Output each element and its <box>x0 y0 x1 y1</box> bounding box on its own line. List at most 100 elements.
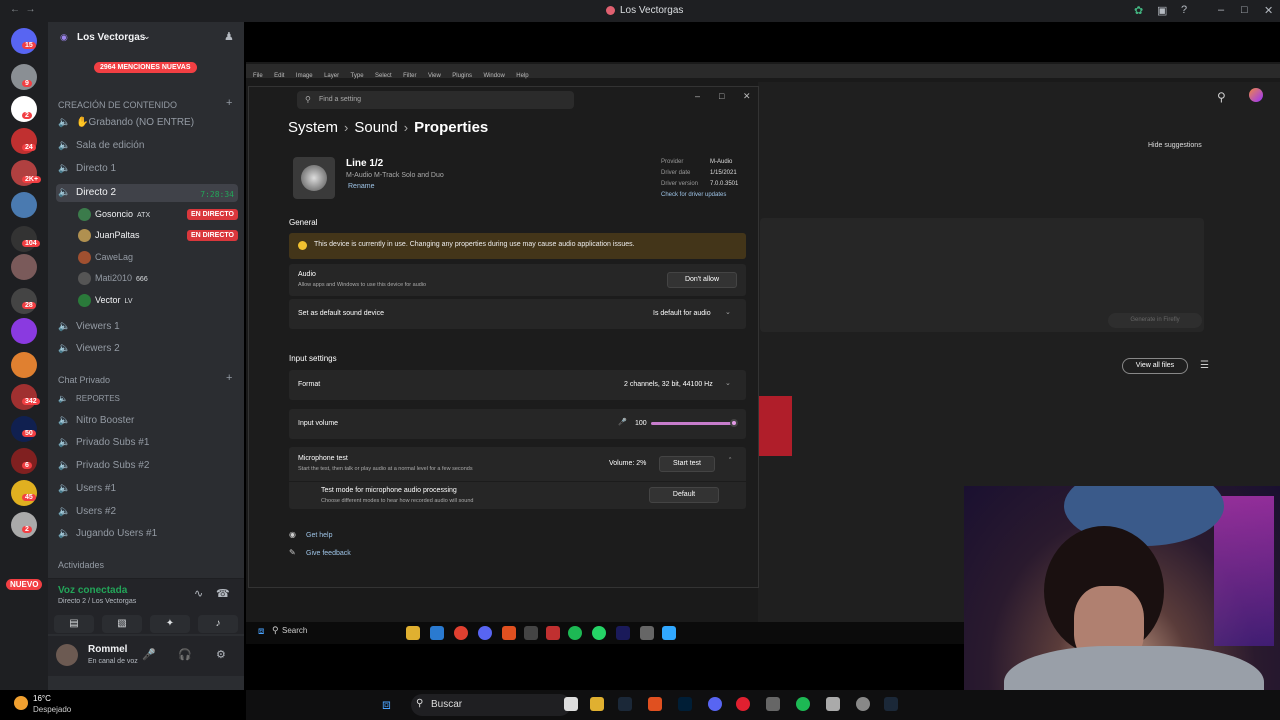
chevron-down-icon[interactable]: ⌄ <box>725 308 731 316</box>
noise-suppression-icon[interactable]: ∿ <box>194 587 203 600</box>
menu-item[interactable]: Edit <box>274 69 284 83</box>
menu-item[interactable]: Layer <box>324 69 339 83</box>
server-icon[interactable] <box>11 480 37 506</box>
vscode-icon[interactable] <box>430 626 444 640</box>
spotify-icon[interactable] <box>568 626 582 640</box>
chevron-down-icon[interactable]: ⌄ <box>725 379 731 387</box>
disconnect-icon[interactable]: ☎ <box>216 587 230 600</box>
app-icon[interactable] <box>856 697 870 711</box>
server-icon[interactable] <box>11 254 37 280</box>
category-header[interactable]: CREACIÓN DE CONTENIDO <box>58 100 177 110</box>
voice-status[interactable]: Voz conectada <box>58 585 127 596</box>
menu-item[interactable]: Window <box>483 69 504 83</box>
steam-icon[interactable] <box>618 697 632 711</box>
category-header[interactable]: Chat Privado <box>58 375 110 385</box>
channel-item[interactable]: 🔈 Privado Subs #1 <box>58 437 238 455</box>
driver-updates-link[interactable]: Check for driver updates <box>661 192 726 198</box>
profile-icon[interactable] <box>1249 88 1263 102</box>
channel-item[interactable]: 🔈 Users #2 <box>58 506 238 524</box>
task-view-icon[interactable] <box>564 697 578 711</box>
weather-widget[interactable]: 16°C Despejado <box>0 690 246 720</box>
headphones-icon[interactable]: 🎧 <box>178 648 192 661</box>
category-header[interactable]: Actividades <box>58 560 104 570</box>
microphone-icon[interactable]: 🎤 <box>618 418 627 426</box>
photoshop-icon[interactable] <box>662 626 676 640</box>
windows-start-icon[interactable]: ⧈ <box>382 696 391 713</box>
generate-button[interactable]: Generate in Firefly <box>1108 313 1202 328</box>
voice-user[interactable]: Mati2010 666 <box>78 272 238 290</box>
channel-item[interactable]: 🔈 Jugando Users #1 <box>58 528 238 546</box>
volume-slider[interactable] <box>651 422 735 425</box>
whatsapp-icon[interactable] <box>592 626 606 640</box>
voice-user[interactable]: JuanPaltas EN DIRECTO <box>78 229 238 247</box>
default-dropdown[interactable]: Is default for audio <box>653 310 711 317</box>
add-channel-icon[interactable]: + <box>226 372 232 384</box>
hide-suggestions-button[interactable]: Hide suggestions <box>1148 142 1202 149</box>
view-all-files-button[interactable]: View all files <box>1122 358 1188 374</box>
menu-item[interactable]: File <box>253 69 263 83</box>
discord-icon[interactable] <box>478 626 492 640</box>
taskbar-search[interactable]: ⚲ Buscar <box>411 694 571 716</box>
guild-name[interactable]: Los Vectorgas <box>77 32 145 43</box>
menu-item[interactable]: Filter <box>403 69 416 83</box>
terminal-icon[interactable] <box>524 626 538 640</box>
search-icon[interactable]: ⚲ <box>1217 90 1226 104</box>
list-view-icon[interactable]: ☰ <box>1200 360 1209 371</box>
menu-item[interactable]: Select <box>375 69 392 83</box>
server-icon[interactable] <box>11 288 37 314</box>
windows-icon[interactable]: ⧈ <box>258 626 264 637</box>
menu-item[interactable]: Type <box>351 69 364 83</box>
server-icon[interactable] <box>11 448 37 474</box>
screen-share-icon[interactable]: ▧ <box>102 615 142 633</box>
channel-item[interactable]: 🔈 Privado Subs #2 <box>58 460 238 478</box>
channel-item[interactable]: 🔈 ✋Grabando (NO ENTRE) <box>58 117 238 135</box>
microphone-icon[interactable]: 🎤 <box>142 648 156 661</box>
start-test-button[interactable]: Start test <box>659 456 715 472</box>
leaf-icon[interactable]: ✿ <box>1134 4 1143 17</box>
breadcrumb-item[interactable]: System <box>288 119 338 136</box>
maximize-icon[interactable]: □ <box>1241 4 1248 16</box>
app-icon[interactable] <box>546 626 560 640</box>
settings-app-icon[interactable] <box>640 626 654 640</box>
server-icon[interactable] <box>11 192 37 218</box>
dont-allow-button[interactable]: Don't allow <box>667 272 737 288</box>
get-help-link[interactable]: Get help <box>306 532 332 539</box>
rename-link[interactable]: Rename <box>348 183 374 190</box>
add-channel-icon[interactable]: + <box>226 97 232 109</box>
channel-item[interactable]: 🔈 Directo 1 <box>58 163 238 181</box>
channel-item[interactable]: 🔈 Viewers 1 <box>58 321 238 339</box>
minimize-icon[interactable]: – <box>1218 4 1224 16</box>
channel-item[interactable]: 🔈 Nitro Booster <box>58 415 238 433</box>
format-dropdown[interactable]: 2 channels, 32 bit, 44100 Hz <box>624 381 713 388</box>
folder-icon[interactable] <box>406 626 420 640</box>
channel-item[interactable]: 🔈 Viewers 2 <box>58 343 238 361</box>
feedback-link[interactable]: Give feedback <box>306 550 351 557</box>
maximize-icon[interactable]: □ <box>719 91 724 101</box>
chrome-icon[interactable] <box>454 626 468 640</box>
menu-item[interactable]: Image <box>296 69 313 83</box>
voice-user[interactable]: Vector LV <box>78 294 238 312</box>
channel-item[interactable]: 🔈 REPORTES <box>58 394 238 412</box>
app-icon[interactable] <box>766 697 780 711</box>
voice-user[interactable]: CaweLag <box>78 251 238 269</box>
server-icon[interactable] <box>11 318 37 344</box>
server-icon[interactable] <box>11 416 37 442</box>
taskbar-search[interactable]: Search <box>282 626 307 635</box>
test-mode-dropdown[interactable]: Default <box>649 487 719 503</box>
server-icon[interactable] <box>11 512 37 538</box>
settings-search[interactable]: ⚲ Find a setting <box>297 91 574 109</box>
voice-user[interactable]: Gosoncio ATX EN DIRECTO <box>78 208 238 226</box>
chevron-down-icon[interactable]: ⌄ <box>143 31 151 42</box>
menu-item[interactable]: Plugins <box>452 69 472 83</box>
minimize-icon[interactable]: – <box>695 91 700 101</box>
file-thumbnail[interactable] <box>758 396 792 456</box>
close-icon[interactable]: ✕ <box>743 91 751 102</box>
discord-icon[interactable] <box>708 697 722 711</box>
spotify-icon[interactable] <box>796 697 810 711</box>
app-icon[interactable] <box>826 697 840 711</box>
photoshop-icon[interactable] <box>678 697 692 711</box>
steam-icon[interactable] <box>884 697 898 711</box>
channel-item[interactable]: 🔈 Users #1 <box>58 483 238 501</box>
camera-off-icon[interactable]: ▤ <box>54 615 94 633</box>
mentions-banner[interactable]: 2964 MENCIONES NUEVAS <box>94 62 197 73</box>
